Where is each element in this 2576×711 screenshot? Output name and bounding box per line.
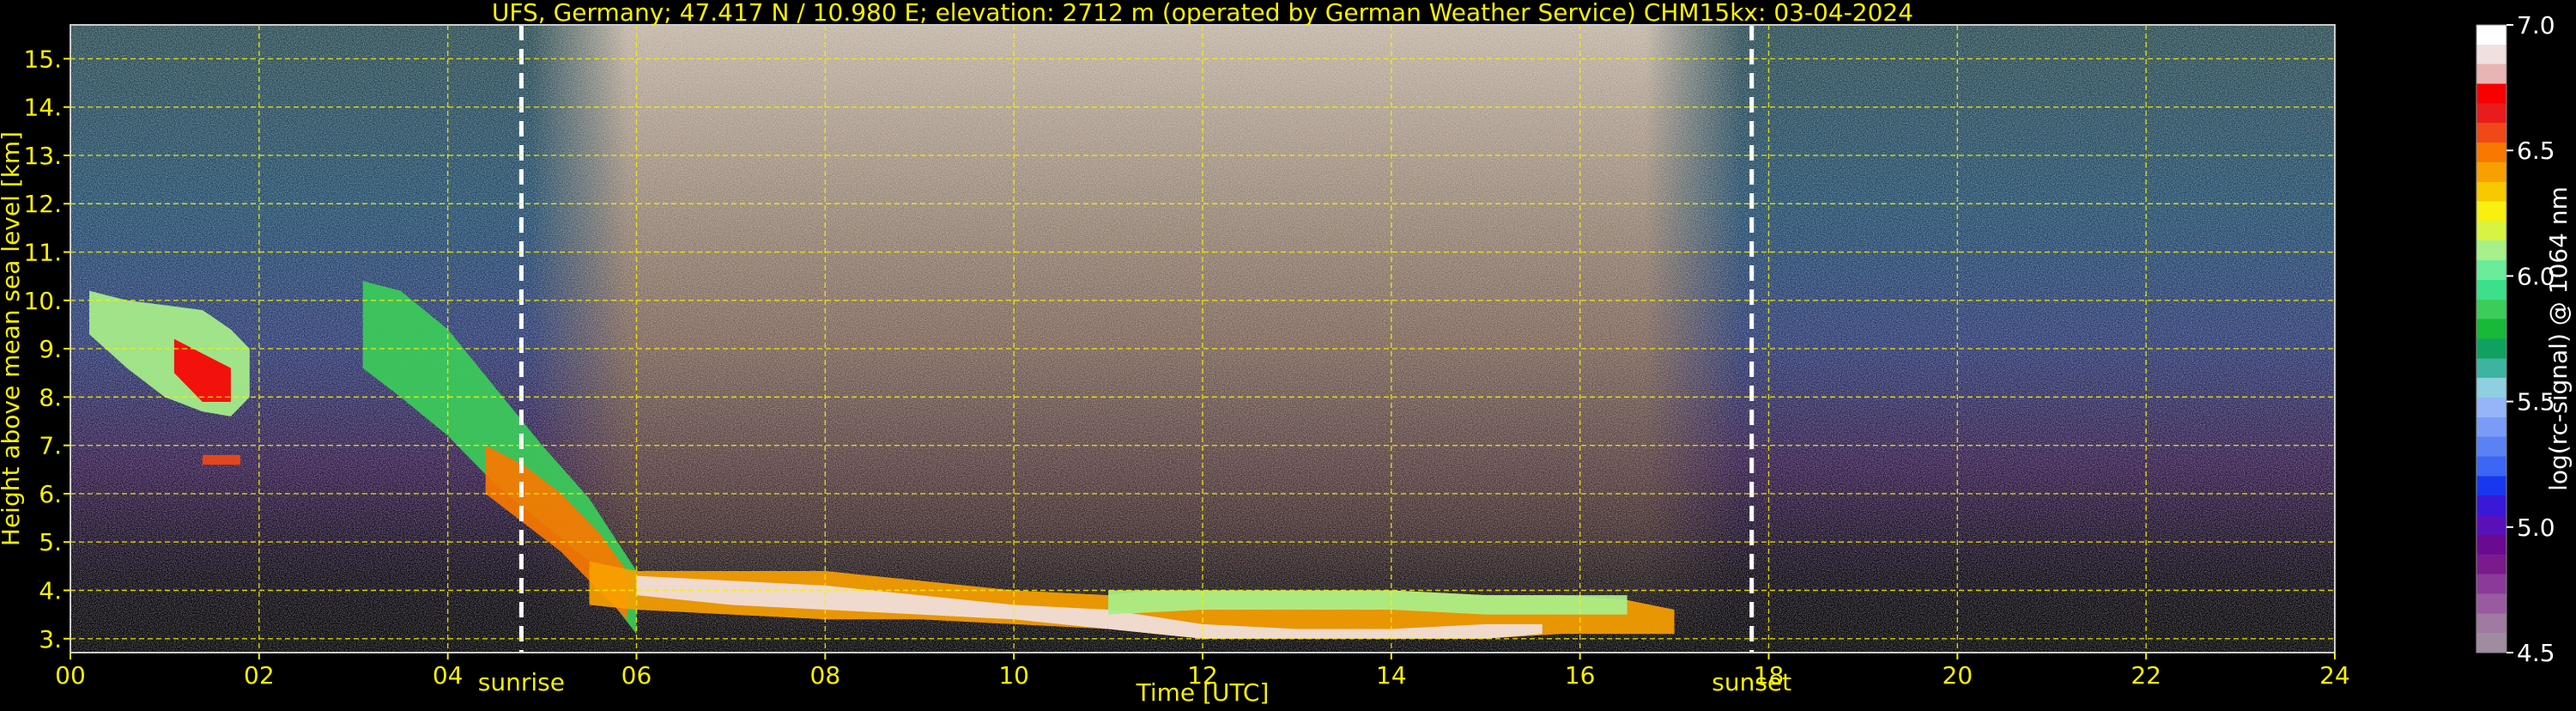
y-tick-label: 7. <box>39 432 62 460</box>
x-tick-label: 00 <box>55 661 86 690</box>
x-tick-label: 16 <box>1565 661 1596 690</box>
x-axis-label: Time [UTC] <box>1136 678 1270 707</box>
y-tick-label: 3. <box>39 625 62 653</box>
annotation-sunset: sunset <box>1712 668 1791 696</box>
y-tick-label: 10. <box>23 287 62 315</box>
colorbar-tick-label: 5.0 <box>2517 514 2555 542</box>
x-tick-label: 06 <box>621 661 652 690</box>
cloud-layer-cloud-small <box>202 454 240 465</box>
x-tick-label: 14 <box>1376 661 1407 690</box>
x-tick-label: 20 <box>1943 661 1973 690</box>
y-tick-label: 11. <box>23 239 62 267</box>
x-tick-label: 10 <box>998 661 1029 690</box>
chart-title: UFS, Germany; 47.417 N / 10.980 E; eleva… <box>492 0 1913 27</box>
x-tick-label: 08 <box>810 661 841 690</box>
annotation-sunrise: sunrise <box>478 668 565 696</box>
y-tick-label: 12. <box>23 190 62 218</box>
x-tick-label: 22 <box>2131 661 2161 690</box>
y-tick-label: 14. <box>23 94 62 122</box>
colorbar-tick-label: 7.0 <box>2517 11 2555 40</box>
x-tick-label: 02 <box>244 661 275 690</box>
y-tick-label: 6. <box>39 480 62 508</box>
colorbar-tick-label: 6.5 <box>2517 137 2555 165</box>
x-tick-label: 04 <box>433 661 464 690</box>
y-tick-label: 5. <box>39 528 62 556</box>
chart-svg: 00 02 04 06 08 10 12 14 16 18 20 22 243.4.5.6.7.8.9.… <box>0 0 2573 707</box>
colorbar-tick-label: 4.5 <box>2517 639 2555 667</box>
y-axis-label: Height above mean sea level [km] <box>0 131 25 546</box>
colorbar <box>2476 24 2507 653</box>
y-tick-label: 9. <box>39 335 62 363</box>
y-tick-label: 13. <box>23 142 62 170</box>
ceilometer-chart: 00 02 04 06 08 10 12 14 16 18 20 22 24 3. 4. 5. 6. 7. 8. 9.… <box>0 0 2576 708</box>
y-tick-label: 4. <box>39 577 62 605</box>
y-tick-label: 15. <box>23 45 62 73</box>
y-tick-label: 8. <box>39 383 62 411</box>
colorbar-label: log(rc-signal) @ 1064 nm <box>2544 186 2573 491</box>
x-tick-label: 24 <box>2319 661 2350 690</box>
